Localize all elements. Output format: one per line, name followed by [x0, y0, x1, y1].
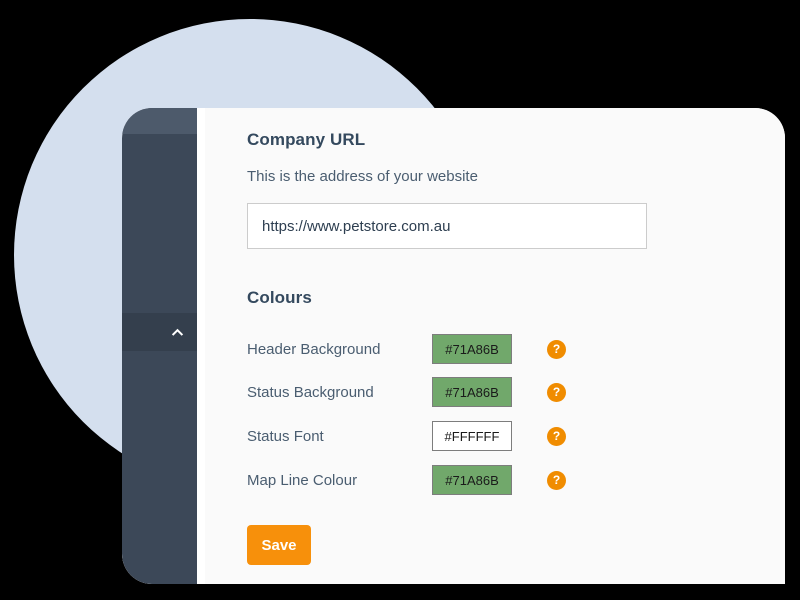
company-url-help-text: This is the address of your website — [247, 168, 478, 185]
header-background-colour-input[interactable] — [432, 334, 512, 364]
question-mark-icon[interactable]: ? — [547, 339, 566, 359]
settings-content-panel: Company URL This is the address of your … — [205, 108, 785, 584]
company-url-heading: Company URL — [247, 130, 366, 149]
sidebar-header-band — [122, 108, 197, 134]
navigation-sidebar — [122, 108, 197, 584]
question-mark-icon[interactable]: ? — [547, 470, 566, 490]
sidebar-content-gutter — [197, 108, 205, 584]
company-url-input[interactable] — [247, 203, 647, 249]
save-button[interactable]: Save — [247, 525, 311, 565]
colour-row-map-line-colour: Map Line Colour ? — [247, 465, 677, 495]
colour-row-status-font: Status Font ? — [247, 421, 677, 451]
colour-row-label: Header Background — [247, 340, 381, 358]
colour-row-status-background: Status Background ? — [247, 377, 677, 407]
sidebar-collapse-row[interactable] — [122, 313, 197, 351]
app-window-card: Company URL This is the address of your … — [122, 108, 785, 584]
question-mark-icon[interactable]: ? — [547, 382, 566, 402]
status-font-colour-input[interactable] — [432, 421, 512, 451]
map-line-colour-input[interactable] — [432, 465, 512, 495]
colour-row-label: Status Background — [247, 383, 374, 401]
colours-heading: Colours — [247, 288, 312, 307]
status-background-colour-input[interactable] — [432, 377, 512, 407]
colour-row-label: Map Line Colour — [247, 471, 358, 489]
question-mark-icon[interactable]: ? — [547, 426, 566, 446]
screenshot-stage: Company URL This is the address of your … — [0, 0, 800, 600]
colour-row-label: Status Font — [247, 427, 324, 445]
colour-row-header-background: Header Background ? — [247, 334, 677, 364]
chevron-up-icon[interactable] — [171, 326, 184, 339]
